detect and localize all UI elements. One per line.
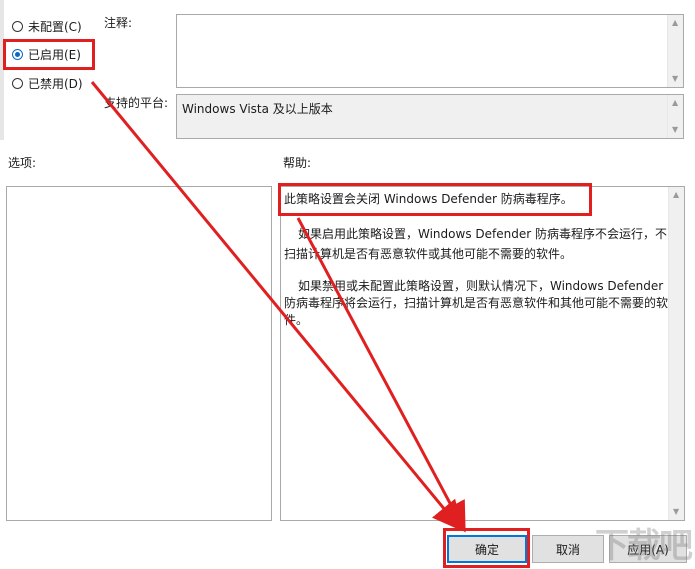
- watermark-logo: 下载吧: [595, 526, 693, 566]
- arrow-enabled-to-ok: [90, 81, 463, 532]
- arrow-help-to-ok: [296, 217, 466, 533]
- annotation-arrows: [90, 81, 466, 533]
